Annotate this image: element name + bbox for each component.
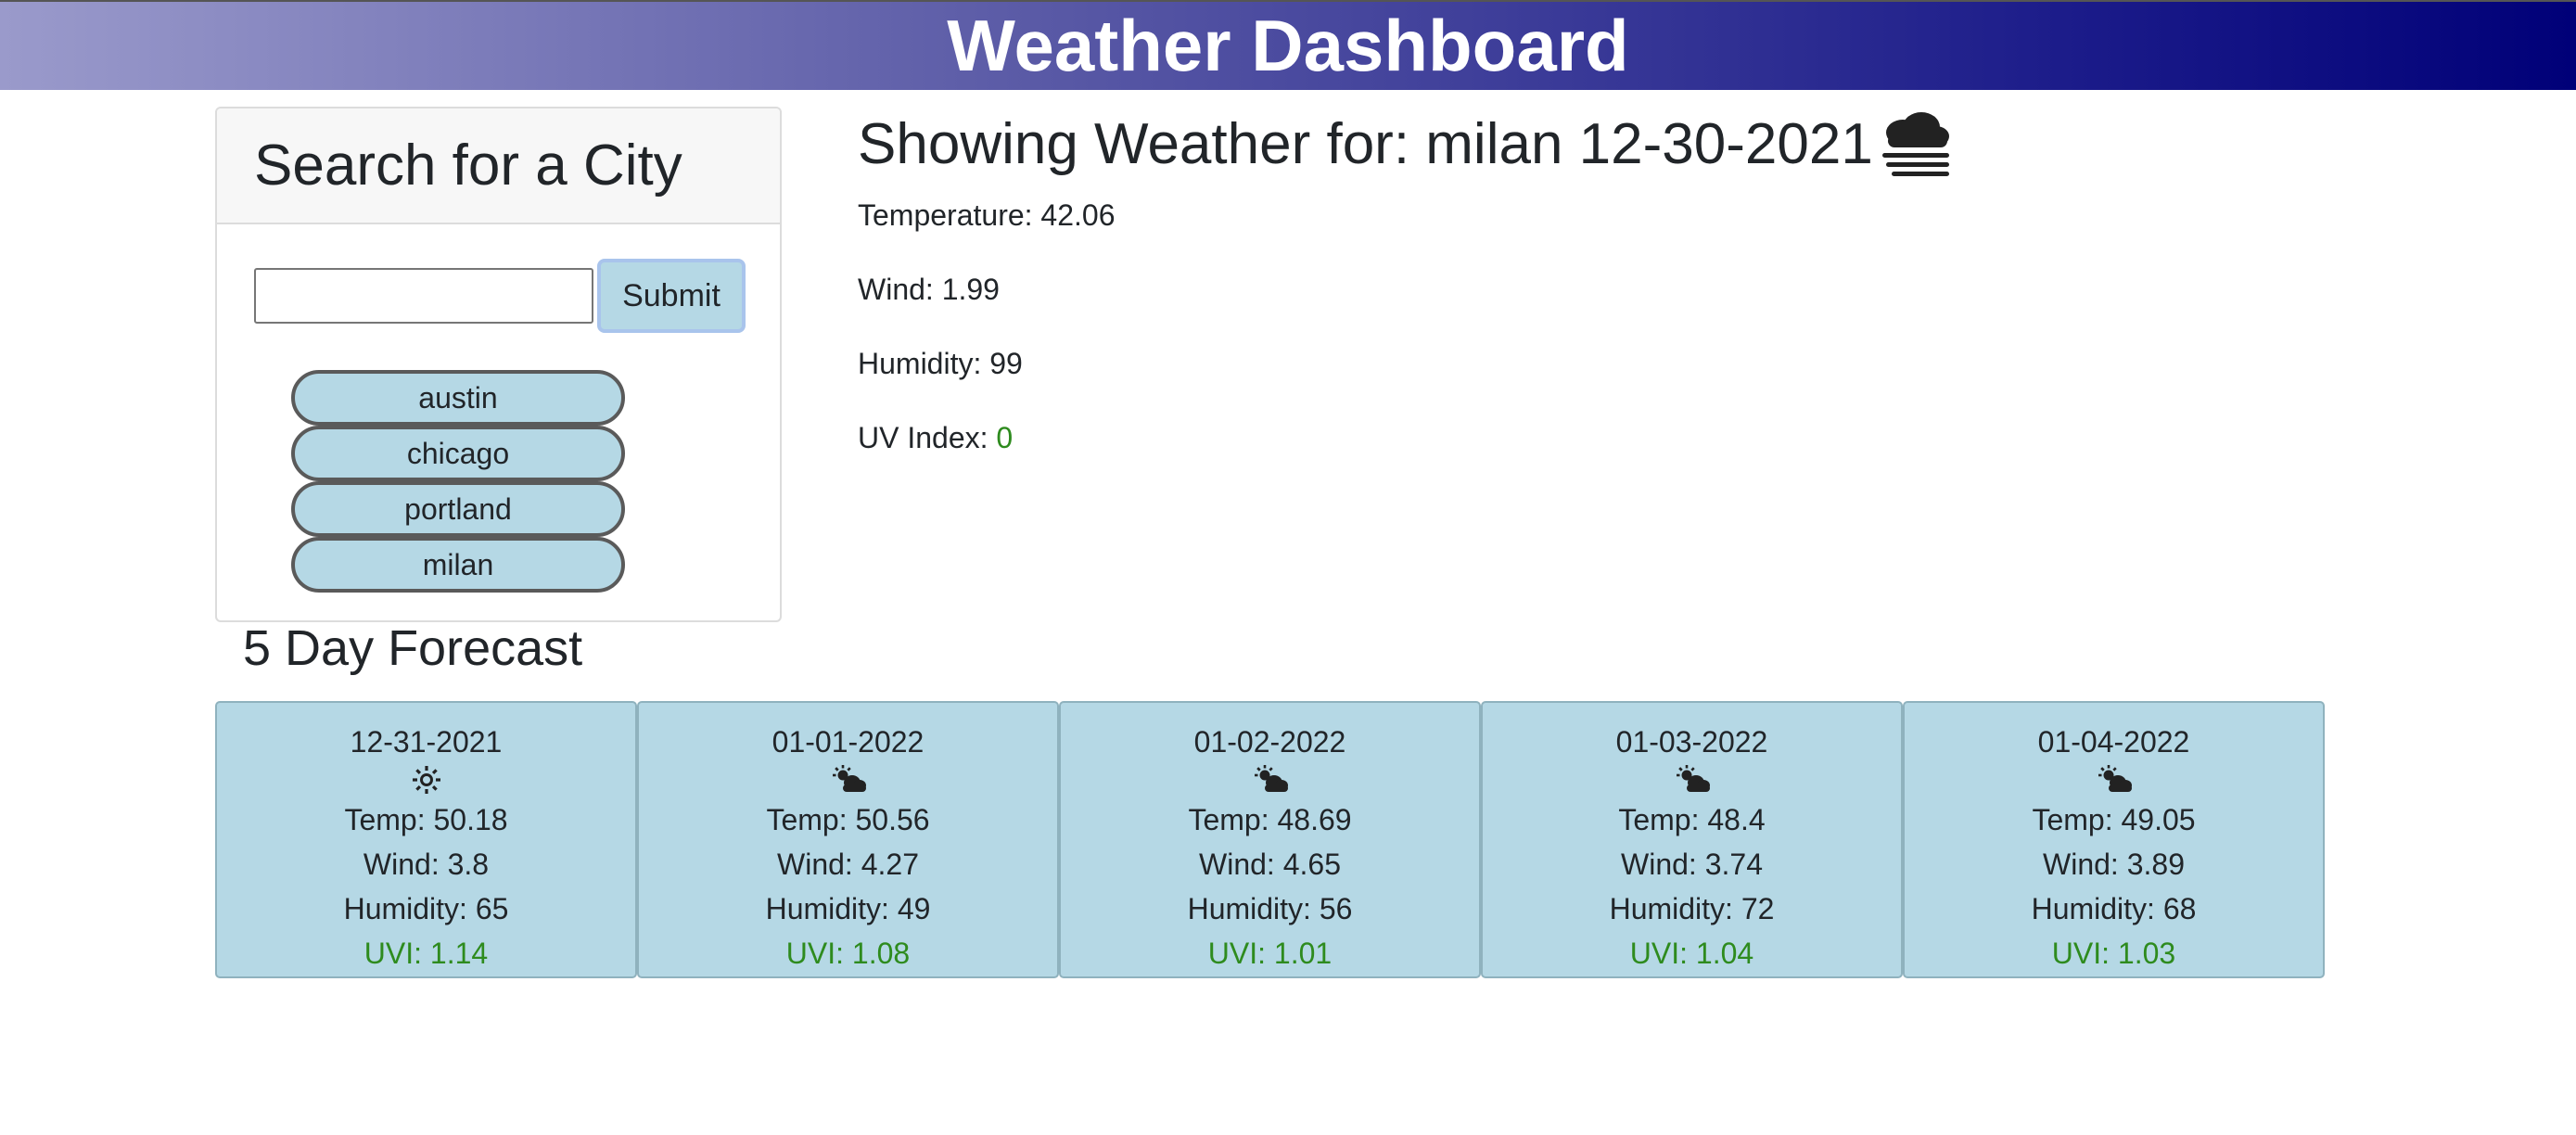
current-weather: Showing Weather for: milan 12-30-2021 Te… bbox=[858, 102, 2156, 454]
forecast-humidity: Humidity: 65 bbox=[343, 892, 509, 925]
forecast-uvi: UVI: 1.08 bbox=[785, 937, 911, 970]
forecast-day-card: 01-01-2022 Temp: 50.56 Wind: 4.27 Humidi… bbox=[637, 701, 1059, 978]
forecast-humidity: Humidity: 56 bbox=[1187, 892, 1353, 925]
forecast-humidity: Humidity: 68 bbox=[2031, 892, 2197, 925]
forecast-date: 01-01-2022 bbox=[772, 725, 925, 759]
page-title: Weather Dashboard bbox=[947, 5, 1629, 86]
history-city-button[interactable]: austin bbox=[291, 370, 625, 426]
forecast-temp: Temp: 48.69 bbox=[1188, 803, 1352, 836]
submit-button[interactable]: Submit bbox=[597, 259, 746, 333]
forecast-uvi: UVI: 1.03 bbox=[2051, 937, 2176, 970]
search-heading: Search for a City bbox=[254, 134, 682, 198]
current-uv-index: UV Index: 0 bbox=[858, 421, 1013, 455]
forecast-wind: Wind: 3.89 bbox=[2043, 848, 2185, 881]
partly-cloudy-icon bbox=[832, 765, 866, 792]
search-card-header: Search for a City bbox=[217, 108, 780, 224]
uv-index-label: UV Index: bbox=[858, 421, 997, 454]
city-search-input[interactable] bbox=[254, 268, 593, 324]
forecast-day-card: 01-03-2022 Temp: 48.4 Wind: 3.74 Humidit… bbox=[1481, 701, 1903, 978]
history-city-button[interactable]: portland bbox=[291, 481, 625, 537]
forecast-humidity: Humidity: 72 bbox=[1609, 892, 1775, 925]
history-city-button[interactable]: milan bbox=[291, 537, 625, 593]
forecast-temp: Temp: 50.56 bbox=[766, 803, 930, 836]
forecast-temp: Temp: 50.18 bbox=[344, 803, 508, 836]
forecast-day-card: 01-02-2022 Temp: 48.69 Wind: 4.65 Humidi… bbox=[1059, 701, 1481, 978]
current-humidity: Humidity: 99 bbox=[858, 347, 1023, 380]
current-temperature: Temperature: 42.06 bbox=[858, 198, 1116, 232]
forecast-date: 01-04-2022 bbox=[2037, 725, 2190, 759]
current-weather-heading: Showing Weather for: milan 12-30-2021 bbox=[858, 111, 1873, 176]
forecast-day-card: 01-04-2022 Temp: 49.05 Wind: 3.89 Humidi… bbox=[1903, 701, 2325, 978]
forecast-wind: Wind: 4.27 bbox=[777, 848, 919, 881]
current-wind: Wind: 1.99 bbox=[858, 273, 1000, 306]
history-city-button[interactable]: chicago bbox=[291, 426, 625, 481]
forecast-heading: 5 Day Forecast bbox=[243, 620, 583, 676]
forecast-uvi: UVI: 1.01 bbox=[1207, 937, 1333, 970]
fog-icon bbox=[1881, 112, 1949, 176]
partly-cloudy-icon bbox=[1676, 765, 1710, 792]
uv-index-value: 0 bbox=[996, 421, 1014, 454]
forecast-day-card: 12-31-2021 Temp: 50.18 Wind: 3.8 Humidit… bbox=[215, 701, 637, 978]
forecast-date: 01-02-2022 bbox=[1193, 725, 1346, 759]
forecast-uvi: UVI: 1.14 bbox=[363, 937, 489, 970]
forecast-uvi: UVI: 1.04 bbox=[1629, 937, 1754, 970]
search-history-list: austin chicago portland milan bbox=[291, 370, 625, 593]
forecast-humidity: Humidity: 49 bbox=[765, 892, 931, 925]
current-weather-title: Showing Weather for: milan 12-30-2021 bbox=[858, 102, 2156, 185]
forecast-temp: Temp: 49.05 bbox=[2032, 803, 2196, 836]
forecast-temp: Temp: 48.4 bbox=[1618, 803, 1766, 836]
app-header: Weather Dashboard bbox=[0, 0, 2576, 90]
search-card: Search for a City Submit austin chicago … bbox=[215, 107, 782, 622]
sun-icon bbox=[412, 766, 440, 794]
forecast-wind: Wind: 3.8 bbox=[363, 848, 490, 881]
forecast-wind: Wind: 3.74 bbox=[1621, 848, 1763, 881]
forecast-wind: Wind: 4.65 bbox=[1199, 848, 1341, 881]
partly-cloudy-icon bbox=[2098, 765, 2132, 792]
forecast-date: 01-03-2022 bbox=[1615, 725, 1768, 759]
forecast-date: 12-31-2021 bbox=[350, 725, 503, 759]
partly-cloudy-icon bbox=[1254, 765, 1288, 792]
forecast-row: 12-31-2021 Temp: 50.18 Wind: 3.8 Humidit… bbox=[215, 701, 2325, 978]
